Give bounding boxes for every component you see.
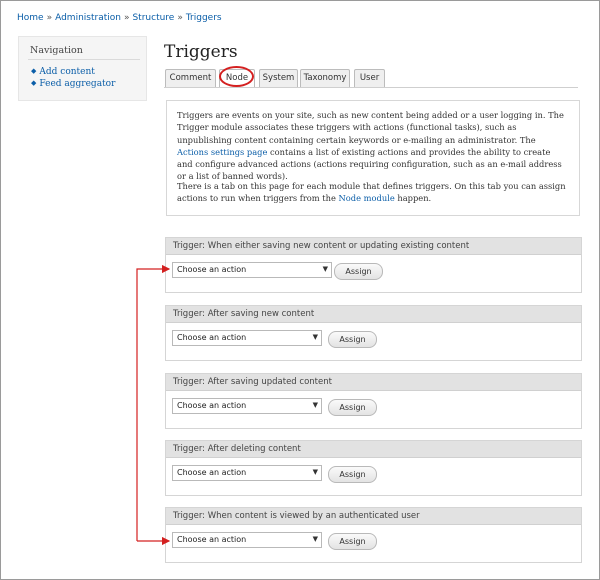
annotation-arrows [136, 264, 171, 546]
arrow-line-to-first-trigger [136, 264, 171, 541]
